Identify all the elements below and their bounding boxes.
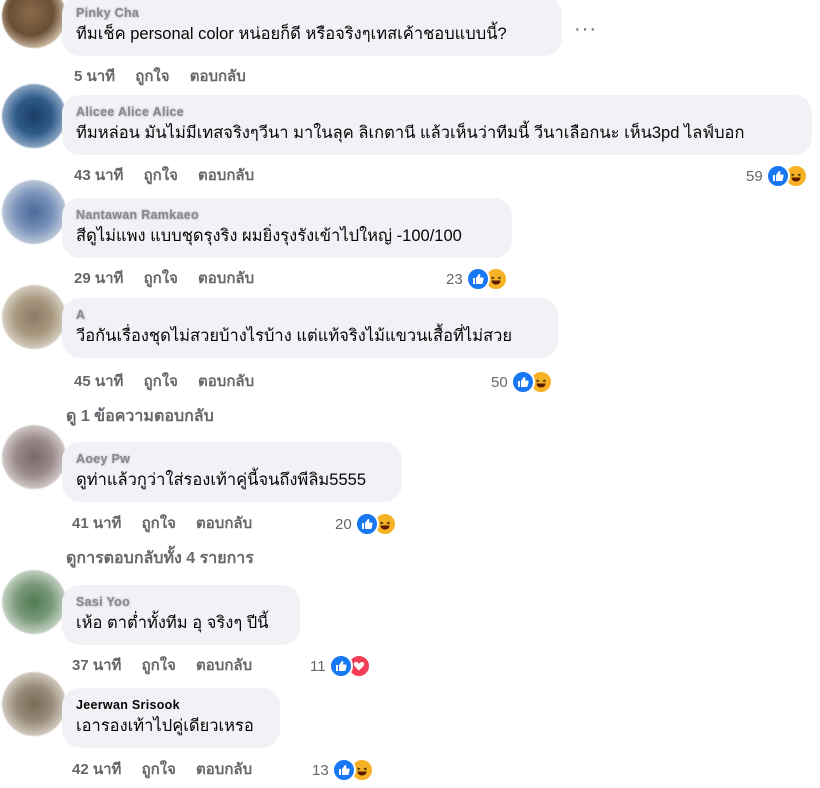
reaction-summary[interactable]: 20 [335, 512, 397, 536]
reply-button[interactable]: ตอบกลับ [198, 373, 254, 390]
thumbs-up-icon [465, 267, 490, 291]
comment-bubble: Aoey Pw ดูท่าแล้วกูว่าใส่รองเท้าคู่นี้จน… [62, 442, 402, 502]
reaction-count: 11 [310, 657, 326, 675]
comment-author[interactable]: Aoey Pw [76, 450, 388, 468]
view-all-replies-link[interactable]: ดูการตอบกลับทั้ง 4 รายการ [66, 547, 254, 571]
comment-bubble: A วีอกันเรื่องชุดไม่สวยบ้างไรบ้าง แต่แท้… [62, 298, 558, 358]
comment-bubble: Pinky Cha ทีมเช็ค personal color หน่อยก็… [62, 0, 562, 56]
comment-actions: 29 นาที ถูกใจ ตอบกลับ [74, 268, 270, 290]
comment-text: สีดูไม่แพง แบบชุดรุงริง ผมยิ่งรุงรังเข้า… [76, 227, 462, 245]
comment-actions: 37 นาที ถูกใจ ตอบกลับ [72, 655, 268, 677]
reaction-count: 13 [312, 761, 329, 779]
comment-actions: 42 นาที ถูกใจ ตอบกลับ [72, 759, 268, 781]
avatar[interactable] [2, 285, 66, 349]
avatar[interactable] [2, 84, 66, 148]
comment-time[interactable]: 29 นาที [74, 270, 123, 287]
like-button[interactable]: ถูกใจ [144, 167, 178, 184]
comment-actions: 41 นาที ถูกใจ ตอบกลับ [72, 513, 268, 535]
reaction-summary[interactable]: 59 [746, 164, 808, 188]
comment-author[interactable]: Jeerwan Srisook [76, 696, 266, 714]
comment-author[interactable]: A [76, 306, 544, 324]
reply-button[interactable]: ตอบกลับ [198, 270, 254, 287]
thumbs-up-icon [354, 512, 379, 536]
comment-bubble: Alicee Alice Alice ทีมหล่อน มันไม่มีเทสจ… [62, 95, 812, 155]
like-button[interactable]: ถูกใจ [142, 657, 176, 674]
avatar[interactable] [2, 0, 66, 48]
reaction-summary[interactable]: 13 [312, 758, 374, 782]
reply-button[interactable]: ตอบกลับ [198, 167, 254, 184]
comment-bubble: Nantawan Ramkaeo สีดูไม่แพง แบบชุดรุงริง… [62, 198, 512, 258]
comment-text: ทีมเช็ค personal color หน่อยก็ดี หรือจริ… [76, 25, 507, 43]
comment-time[interactable]: 41 นาที [72, 515, 121, 532]
comment-text: วีอกันเรื่องชุดไม่สวยบ้างไรบ้าง แต่แท้จร… [76, 327, 513, 345]
comment-time[interactable]: 42 นาที [72, 761, 121, 778]
like-button[interactable]: ถูกใจ [142, 515, 176, 532]
reply-button[interactable]: ตอบกลับ [190, 68, 246, 85]
thumbs-up-icon [331, 758, 356, 782]
comment-author[interactable]: Pinky Cha [76, 4, 548, 22]
reply-button[interactable]: ตอบกลับ [196, 657, 252, 674]
avatar[interactable] [2, 425, 66, 489]
comment-text: ทีมหล่อน มันไม่มีเทสจริงๆวีนา มาในลุค ลิ… [76, 124, 745, 142]
reaction-count: 50 [491, 373, 508, 391]
like-button[interactable]: ถูกใจ [135, 68, 169, 85]
thumbs-up-icon [765, 164, 790, 188]
comment-time[interactable]: 37 นาที [72, 657, 121, 674]
reaction-summary[interactable]: 23 [446, 267, 508, 291]
reply-button[interactable]: ตอบกลับ [196, 761, 252, 778]
reaction-summary[interactable]: 11 [310, 654, 371, 678]
avatar[interactable] [2, 570, 66, 634]
reaction-count: 20 [335, 515, 352, 533]
comment-actions: 45 นาที ถูกใจ ตอบกลับ [74, 371, 270, 393]
like-button[interactable]: ถูกใจ [142, 761, 176, 778]
comment-bubble: Jeerwan Srisook เอารองเท้าไปคู่เดียวเหรอ [62, 688, 280, 748]
comment-text: ดูท่าแล้วกูว่าใส่รองเท้าคู่นี้จนถึงพีลิม… [76, 471, 367, 489]
comment-text: เอารองเท้าไปคู่เดียวเหรอ [76, 717, 254, 735]
reaction-count: 59 [746, 167, 763, 185]
like-button[interactable]: ถูกใจ [144, 373, 178, 390]
like-button[interactable]: ถูกใจ [144, 270, 178, 287]
comment-author[interactable]: Alicee Alice Alice [76, 103, 798, 121]
reply-button[interactable]: ตอบกลับ [196, 515, 252, 532]
thumbs-up-icon [510, 370, 535, 394]
view-replies-link[interactable]: ดู 1 ข้อความตอบกลับ [66, 405, 214, 429]
comment-time[interactable]: 5 นาที [74, 68, 115, 85]
comment-actions: 43 นาที ถูกใจ ตอบกลับ [74, 165, 270, 187]
reaction-count: 23 [446, 270, 463, 288]
comment-actions: 5 นาที ถูกใจ ตอบกลับ [74, 66, 262, 88]
comment-author[interactable]: Sasi Yoo [76, 593, 286, 611]
comment-text: เห้อ ตาต่ำทั้งทีม อุ จริงๆ ปีนี้ [76, 614, 269, 632]
thumbs-up-icon [328, 654, 353, 678]
avatar[interactable] [2, 672, 66, 736]
avatar[interactable] [2, 180, 66, 244]
more-options-icon[interactable]: ··· [574, 18, 597, 41]
comment-time[interactable]: 43 นาที [74, 167, 123, 184]
reaction-summary[interactable]: 50 [491, 370, 553, 394]
comment-bubble: Sasi Yoo เห้อ ตาต่ำทั้งทีม อุ จริงๆ ปีนี… [62, 585, 300, 645]
comment-time[interactable]: 45 นาที [74, 373, 123, 390]
comment-author[interactable]: Nantawan Ramkaeo [76, 206, 498, 224]
